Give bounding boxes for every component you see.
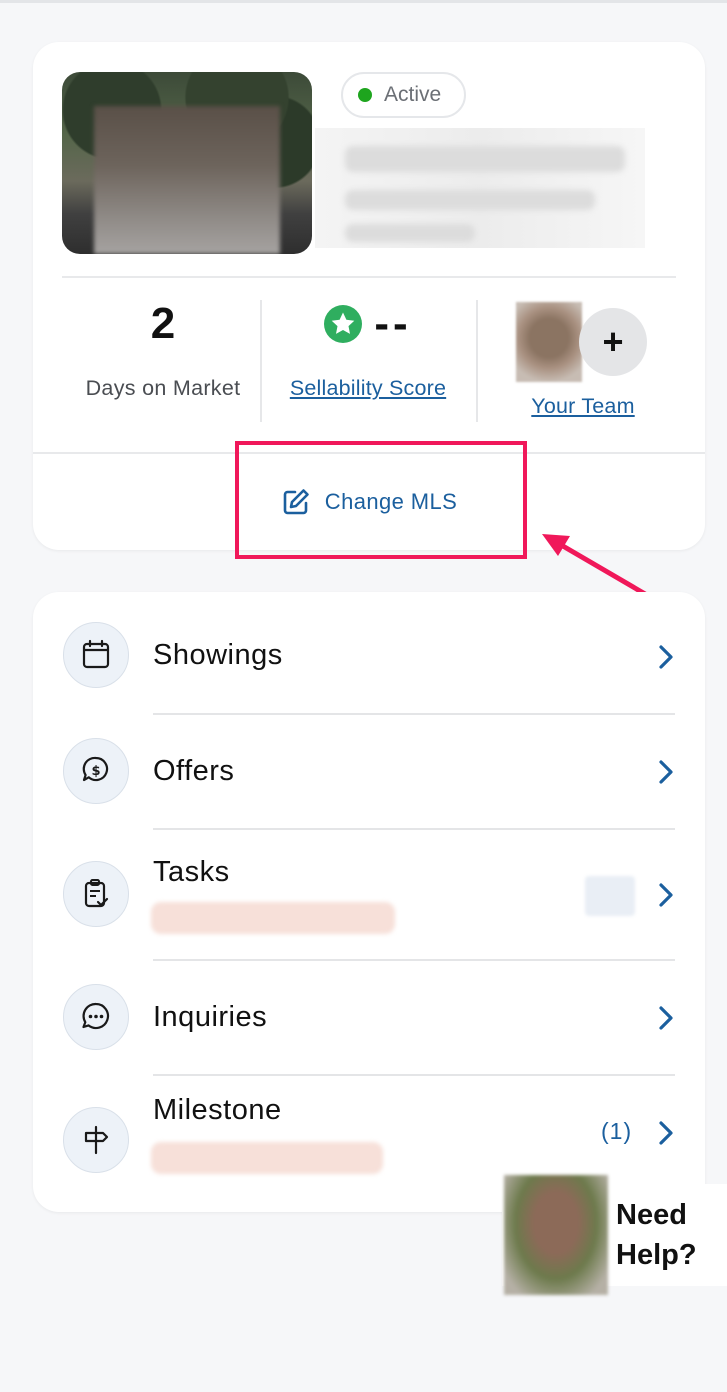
need-help-label: Need Help?	[616, 1195, 697, 1275]
menu-item-inquiries[interactable]: Inquiries	[33, 961, 705, 1075]
redacted-badge	[585, 876, 635, 916]
add-team-member-button[interactable]: +	[579, 308, 647, 376]
clipboard-check-icon	[63, 861, 129, 927]
menu-item-label: Offers	[153, 755, 235, 787]
team-member-avatar[interactable]	[516, 302, 582, 382]
your-team-link[interactable]: Your Team	[493, 394, 673, 419]
chevron-right-icon	[659, 883, 673, 907]
listing-photo[interactable]	[62, 72, 312, 254]
menu-item-label: Tasks	[153, 856, 230, 888]
status-dot	[358, 88, 372, 102]
card-divider	[62, 276, 676, 278]
support-agent-avatar	[504, 1175, 608, 1295]
days-on-market-value: 2	[150, 299, 176, 348]
stat-divider	[476, 300, 478, 422]
calendar-icon	[63, 622, 129, 688]
sellability-stat: -- Sellability Score	[268, 302, 468, 401]
redacted-subtitle	[151, 902, 395, 934]
redacted-address	[315, 128, 645, 248]
menu-item-label: Inquiries	[153, 1001, 268, 1033]
sellability-score-link[interactable]: Sellability Score	[268, 376, 468, 401]
redacted-area	[94, 106, 280, 254]
menu-item-label: Showings	[153, 639, 283, 671]
menu-item-offers[interactable]: $ Offers	[33, 715, 705, 829]
chevron-right-icon	[659, 760, 673, 784]
milestone-count-badge: (1)	[601, 1118, 633, 1144]
chevron-right-icon	[659, 1006, 673, 1030]
days-on-market-stat: 2 Days on Market	[53, 302, 273, 401]
redacted-subtitle	[151, 1142, 383, 1174]
menu-card: Showings $ Offers Tasks Inquiries Milest…	[33, 592, 705, 1212]
chevron-right-icon	[659, 1121, 673, 1145]
menu-item-showings[interactable]: Showings	[33, 592, 705, 714]
signpost-icon	[63, 1107, 129, 1173]
chat-bubble-icon	[63, 984, 129, 1050]
menu-item-tasks[interactable]: Tasks	[33, 830, 705, 960]
sellability-score-value: --	[374, 299, 412, 348]
need-help-widget[interactable]: Need Help?	[502, 1175, 727, 1295]
need-help-line-1: Need	[616, 1199, 687, 1231]
status-badge: Active	[341, 72, 466, 118]
dollar-chat-icon: $	[63, 738, 129, 804]
days-on-market-label: Days on Market	[85, 376, 241, 400]
star-badge-icon	[324, 305, 363, 343]
team-stat: + Your Team	[493, 302, 673, 419]
top-divider	[0, 0, 727, 3]
chevron-right-icon	[659, 645, 673, 669]
need-help-line-2: Help?	[616, 1239, 697, 1271]
menu-item-label: Milestone	[153, 1094, 282, 1126]
status-label: Active	[384, 83, 442, 106]
svg-text:$: $	[91, 764, 100, 779]
annotation-highlight-box	[235, 441, 527, 559]
stat-divider	[260, 300, 262, 422]
